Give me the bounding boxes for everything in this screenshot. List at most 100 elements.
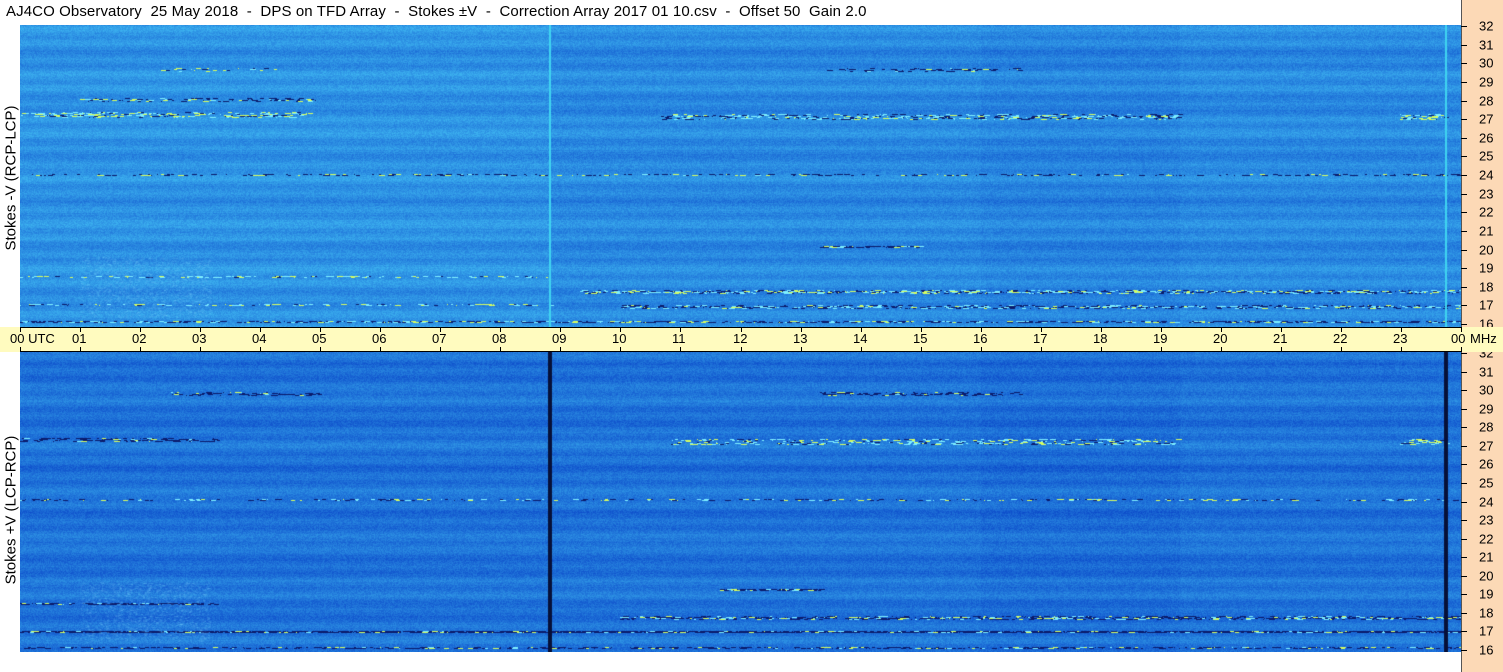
time-axis-tick — [921, 347, 922, 352]
freq-tick — [1461, 156, 1467, 157]
freq-tick — [1461, 502, 1467, 503]
time-axis-tick — [1401, 347, 1402, 352]
time-axis-label: 09 — [552, 331, 567, 346]
time-axis-tick — [801, 347, 802, 352]
time-axis-label: 11 — [672, 331, 686, 346]
time-axis-tick — [20, 347, 21, 352]
time-axis-tick — [1461, 347, 1462, 352]
freq-tick-label: 23 — [1479, 186, 1494, 202]
time-axis-tick — [1161, 347, 1162, 352]
time-axis-label: 23 — [1393, 331, 1408, 346]
time-axis-tick — [200, 347, 201, 352]
time-axis-label: 20 — [1213, 331, 1228, 346]
freq-tick-label: 24 — [1479, 167, 1494, 183]
time-axis-label: 05 — [312, 331, 327, 346]
time-axis-tick — [80, 347, 81, 352]
time-axis-label: 06 — [372, 331, 387, 346]
freq-tick-label: 20 — [1479, 242, 1494, 258]
freq-tick — [1461, 390, 1467, 391]
time-axis-label: 01 — [72, 331, 87, 346]
time-axis-tick — [1041, 347, 1042, 352]
freq-tick — [1461, 138, 1467, 139]
freq-tick-label: 27 — [1479, 111, 1494, 127]
freq-tick-label: 30 — [1479, 382, 1494, 398]
freq-tick — [1461, 557, 1467, 558]
freq-tick — [1461, 520, 1467, 521]
freq-tick — [1461, 427, 1467, 428]
freq-tick — [1461, 231, 1467, 232]
freq-tick-label: 26 — [1479, 456, 1494, 472]
freq-scale-top: 32 31 30 29 28 27 26 25 24 23 22 21 20 19 18 17 16 — [1461, 0, 1503, 331]
freq-tick — [1461, 446, 1467, 447]
freq-tick — [1461, 82, 1467, 83]
freq-tick-label: 29 — [1479, 74, 1494, 90]
freq-tick-label: 30 — [1479, 55, 1494, 71]
time-axis-label: 02 — [132, 331, 147, 346]
freq-tick — [1461, 268, 1467, 269]
time-axis-label: 18 — [1093, 331, 1108, 346]
freq-tick — [1461, 63, 1467, 64]
time-axis-label: 10 — [612, 331, 627, 346]
top-panel-ylabel: Stokes -V (RCP-LCP) — [2, 105, 20, 251]
freq-scale-bottom: 32 31 30 29 28 27 26 25 24 23 22 21 20 19 18 17 16 — [1461, 347, 1503, 672]
freq-tick — [1461, 194, 1467, 195]
spectrogram-bottom-canvas — [20, 352, 1461, 652]
freq-tick-label: 18 — [1479, 605, 1494, 621]
time-axis-label: 15 — [913, 331, 928, 346]
freq-tick — [1461, 464, 1467, 465]
time-axis-tick — [320, 347, 321, 352]
time-axis-label: 17 — [1033, 331, 1048, 346]
time-axis-tick — [440, 347, 441, 352]
time-axis-label: 00 UTC — [10, 331, 55, 346]
spectrogram-top-canvas — [20, 25, 1461, 327]
time-axis-tick — [560, 347, 561, 352]
time-axis-tick — [140, 347, 141, 352]
freq-tick-label: 21 — [1479, 223, 1494, 239]
bottom-panel-ylabel: Stokes +V (LCP-RCP) — [2, 435, 20, 585]
freq-unit-label: MHz — [1470, 331, 1497, 346]
time-axis-tick — [861, 347, 862, 352]
time-axis: 00 UTC 01 02 03 04 05 06 07 08 09 10 11 12 13 14 15 16 17… — [0, 327, 1503, 352]
chart-title: AJ4CO Observatory 25 May 2018 - DPS on T… — [6, 3, 867, 20]
freq-tick-label: 19 — [1479, 260, 1494, 276]
freq-tick-label: 27 — [1479, 438, 1494, 454]
time-axis-label: 07 — [432, 331, 447, 346]
freq-tick — [1461, 45, 1467, 46]
freq-tick-label: 22 — [1479, 531, 1494, 547]
time-axis-tick — [1101, 347, 1102, 352]
freq-tick-label: 25 — [1479, 148, 1494, 164]
freq-tick — [1461, 119, 1467, 120]
time-axis-tick — [981, 347, 982, 352]
time-axis-label: 14 — [853, 331, 868, 346]
time-axis-label: 19 — [1153, 331, 1168, 346]
time-axis-tick — [380, 347, 381, 352]
freq-scale-bottom-axis — [1461, 352, 1462, 672]
freq-tick-label: 31 — [1479, 37, 1494, 53]
time-axis-tick — [741, 347, 742, 352]
freq-tick — [1461, 483, 1467, 484]
time-axis-tick — [1341, 347, 1342, 352]
freq-tick — [1461, 305, 1467, 306]
time-axis-label: 16 — [973, 331, 988, 346]
freq-tick — [1461, 175, 1467, 176]
freq-tick-label: 19 — [1479, 586, 1494, 602]
freq-tick — [1461, 631, 1467, 632]
freq-tick-label: 29 — [1479, 401, 1494, 417]
freq-tick — [1461, 101, 1467, 102]
freq-tick — [1461, 539, 1467, 540]
freq-tick — [1461, 353, 1467, 354]
freq-tick-label: 28 — [1479, 419, 1494, 435]
freq-tick — [1461, 250, 1467, 251]
time-axis-label: 04 — [252, 331, 267, 346]
time-axis-label: 00 — [1451, 331, 1466, 346]
freq-tick — [1461, 650, 1467, 651]
freq-tick — [1461, 409, 1467, 410]
time-axis-label: 21 — [1273, 331, 1288, 346]
freq-tick — [1461, 324, 1467, 325]
freq-tick-label: 22 — [1479, 204, 1494, 220]
freq-tick-label: 25 — [1479, 475, 1494, 491]
freq-tick-label: 17 — [1479, 623, 1494, 639]
freq-tick-label: 17 — [1479, 297, 1494, 313]
freq-tick — [1461, 212, 1467, 213]
time-axis-tick — [620, 347, 621, 352]
